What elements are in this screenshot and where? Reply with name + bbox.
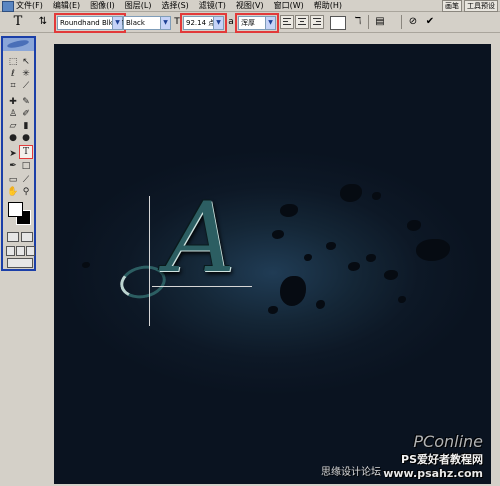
menu-view[interactable]: 视图(V) [236,0,264,12]
chevron-down-icon: ▼ [213,17,223,29]
tab-tool-presets[interactable]: 工具预设 [464,0,498,12]
dodge-tool-icon[interactable]: ● [20,132,32,144]
anti-alias-icon: a [228,17,234,27]
font-size-select[interactable]: 92.14 点 ▼ [180,13,227,33]
gradient-tool-icon[interactable]: ▮ [20,120,32,132]
commit-edit-icon[interactable]: ✔ [423,15,437,29]
watermark-caption: 思缘设计论坛 [321,467,381,478]
align-center-button[interactable] [295,15,309,29]
photoshop-app-icon[interactable] [2,1,14,12]
guide-horizontal[interactable] [152,286,252,287]
zoom-tool-icon[interactable]: ⚲ [20,186,32,198]
jump-to-imageready-icon[interactable] [7,258,33,268]
ink-splatter [416,239,450,261]
shape-tool-icon[interactable]: □ [20,160,32,172]
type-tool-icon[interactable]: T [19,145,33,159]
pen-tool-icon[interactable]: ✒ [7,160,19,172]
palette-well: 画笔 工具预设 [442,0,498,12]
magic-wand-tool-icon[interactable]: ✳ [20,68,32,80]
canvas-letter: A [166,182,236,294]
guide-vertical[interactable] [149,196,150,326]
toolbox-header[interactable] [3,38,34,51]
menu-image[interactable]: 图像(I) [90,0,115,12]
eyedropper-tool-icon[interactable]: ⟋ [20,174,32,186]
menu-file[interactable]: 文件(F) [16,0,43,12]
font-size-value: 92.14 点 [186,19,216,27]
brush-tool-icon[interactable]: ✎ [20,96,32,108]
ink-splatter [280,276,306,306]
ink-splatter [82,262,90,268]
menu-filter[interactable]: 滤镜(T) [199,0,226,12]
ink-splatter [316,300,325,309]
healing-brush-tool-icon[interactable]: ✚ [7,96,19,108]
font-family-select[interactable]: Roundhand Blk BT ▼ [54,13,126,33]
toolbox: ⬚ ↖ ℓ ✳ ⌗ ⟋ ✚ ✎ ♙ ✐ ▱ ▮ ● ● ➤ T ✒ □ ▭ ⟋ … [1,36,36,271]
letter-swash [117,261,169,303]
watermark: PConline PS爱好者教程网 www.psahz.com [383,432,483,480]
ink-splatter [348,262,360,271]
document-canvas[interactable]: A 思缘设计论坛 PConline PS爱好者教程网 www.psahz.com [54,44,491,484]
align-right-button[interactable] [310,15,324,29]
warp-text-icon[interactable]: ℸ [351,15,365,29]
ink-splatter [407,220,421,231]
crop-tool-icon[interactable]: ⌗ [7,80,19,92]
screen-mode-standard-icon[interactable] [6,246,15,256]
menu-window[interactable]: 窗口(W) [274,0,304,12]
eraser-tool-icon[interactable]: ▱ [7,120,19,132]
standard-mode-icon[interactable] [7,232,19,242]
feather-logo-icon [6,38,30,50]
menu-layer[interactable]: 图层(L) [125,0,152,12]
font-style-value: Black [126,19,145,27]
toolbar-divider [401,15,402,29]
font-style-select[interactable]: Black ▼ [123,16,171,30]
font-size-icon: T [174,17,180,27]
ink-splatter [280,204,298,217]
menu-help[interactable]: 帮助(H) [314,0,342,12]
ink-splatter [326,242,336,250]
anti-alias-select[interactable]: 浑厚 ▼ [235,13,279,33]
menu-edit[interactable]: 编辑(E) [53,0,80,12]
marquee-tool-icon[interactable]: ⬚ [7,56,19,68]
toolbar-divider [368,15,369,29]
watermark-logo: PConline [413,432,483,451]
character-palette-icon[interactable]: ▤ [373,15,387,29]
menu-bar: 文件(F) 编辑(E) 图像(I) 图层(L) 选择(S) 滤镜(T) 视图(V… [0,0,500,12]
lasso-tool-icon[interactable]: ℓ [7,68,19,80]
text-orientation-icon[interactable]: ⇅ [36,15,50,29]
ink-splatter [398,296,406,303]
ink-splatter [340,184,362,202]
options-bar: T ⇅ Roundhand Blk BT ▼ Black ▼ T 92.14 点… [0,12,500,33]
menu-select[interactable]: 选择(S) [161,0,188,12]
clone-stamp-tool-icon[interactable]: ♙ [7,108,19,120]
type-tool-preset-icon[interactable]: T [10,14,26,30]
align-left-button[interactable] [280,15,294,29]
chevron-down-icon: ▼ [160,17,170,29]
screen-mode-full-icon[interactable] [26,246,35,256]
history-brush-tool-icon[interactable]: ✐ [20,108,32,120]
chevron-down-icon: ▼ [265,17,275,29]
ink-splatter [384,270,398,280]
tab-brushes[interactable]: 画笔 [442,0,462,12]
ink-splatter [268,306,278,314]
watermark-site: PS爱好者教程网 [401,453,483,466]
anti-alias-value: 浑厚 [241,19,255,27]
slice-tool-icon[interactable]: ⟋ [20,80,32,92]
ink-splatter [304,254,312,261]
ink-splatter [366,254,376,262]
text-color-swatch[interactable] [330,16,346,30]
watermark-url: www.psahz.com [383,467,483,480]
ink-splatter [272,230,284,239]
screen-mode-full-menu-icon[interactable] [16,246,25,256]
quick-mask-mode-icon[interactable] [21,232,33,242]
chevron-down-icon: ▼ [112,17,122,29]
foreground-color-swatch[interactable] [8,202,23,217]
hand-tool-icon[interactable]: ✋ [7,186,19,198]
color-swatches[interactable] [8,202,31,225]
ink-splatter [372,192,381,200]
notes-tool-icon[interactable]: ▭ [7,174,19,186]
path-selection-tool-icon[interactable]: ➤ [7,148,19,160]
move-tool-icon[interactable]: ↖ [20,56,32,68]
cancel-edit-icon[interactable]: ⊘ [406,15,420,29]
blur-tool-icon[interactable]: ● [7,132,19,144]
